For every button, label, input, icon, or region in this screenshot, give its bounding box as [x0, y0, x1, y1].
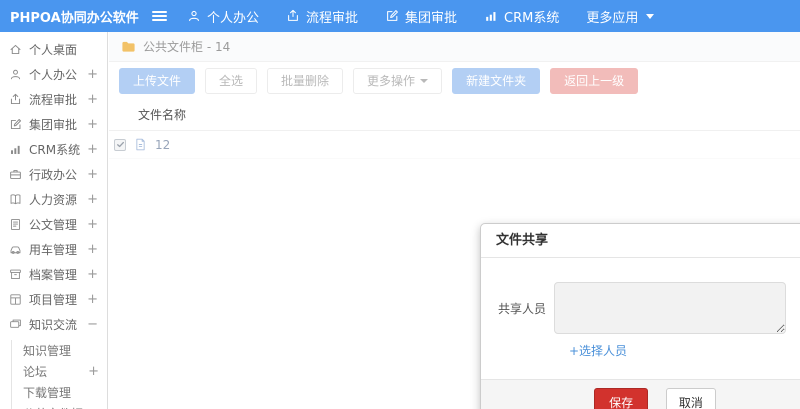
file-name-column-header: 文件名称: [109, 98, 800, 131]
expand-indicator[interactable]: +: [87, 242, 98, 257]
sidebar-item-human-resources[interactable]: 人力资源 +: [0, 187, 107, 212]
sidebar-item-admin-office[interactable]: 行政办公 +: [0, 162, 107, 187]
share-people-label: 共享人员: [497, 301, 546, 316]
nav-personal-office[interactable]: 个人办公: [187, 7, 259, 26]
more-actions-button[interactable]: 更多操作: [353, 68, 443, 94]
select-all-button[interactable]: 全选: [205, 68, 258, 94]
workflow-icon: [286, 9, 300, 23]
book-icon: [9, 193, 22, 206]
sidebar-item-crm-system[interactable]: CRM系统 +: [0, 137, 107, 162]
workflow-icon: [9, 93, 22, 106]
new-folder-button[interactable]: 新建文件夹: [452, 68, 541, 94]
expand-indicator[interactable]: +: [87, 92, 98, 107]
expand-indicator[interactable]: +: [87, 167, 98, 182]
collapse-indicator[interactable]: −: [87, 317, 98, 332]
nav-label: 流程审批: [306, 10, 359, 26]
file-name[interactable]: 12: [155, 138, 170, 152]
top-header-bar: PHPOA协同办公软件 个人办公 流程审批 集团审批 CRM系统 更多应用: [0, 0, 800, 32]
user-icon: [9, 68, 22, 81]
breadcrumb-text: 公共文件柜 - 14: [143, 40, 231, 54]
project-icon: [9, 293, 22, 306]
edit-icon: [9, 118, 22, 131]
archive-icon: [9, 268, 22, 281]
submenu-item-forum[interactable]: 论坛 +: [12, 361, 107, 382]
submenu-item-download-management[interactable]: 下载管理: [12, 382, 107, 403]
sidebar-item-workflow-approval[interactable]: 流程审批 +: [0, 87, 107, 112]
sidebar-item-personal-desktop[interactable]: 个人桌面: [0, 37, 107, 62]
sidebar-item-archive-management[interactable]: 档案管理 +: [0, 262, 107, 287]
sidebar-item-group-approval[interactable]: 集团审批 +: [0, 112, 107, 137]
sidebar-item-personal-office[interactable]: 个人办公 +: [0, 62, 107, 87]
check-icon: [116, 140, 125, 149]
sidebar-item-document-management[interactable]: 公文管理 +: [0, 212, 107, 237]
expand-indicator[interactable]: +: [87, 217, 98, 232]
batch-delete-button[interactable]: 批量删除: [267, 68, 344, 94]
nav-label: 个人办公: [207, 10, 260, 26]
menu-toggle-icon[interactable]: [152, 11, 167, 21]
expand-indicator[interactable]: +: [88, 364, 99, 379]
chart-icon: [9, 143, 22, 156]
breadcrumb: 公共文件柜 - 14: [109, 32, 800, 62]
expand-indicator[interactable]: +: [87, 192, 98, 207]
sidebar-item-project-management[interactable]: 项目管理 +: [0, 287, 107, 312]
app-screen: PHPOA协同办公软件 个人办公 流程审批 集团审批 CRM系统 更多应用 个人…: [0, 0, 800, 409]
file-row[interactable]: 12: [109, 131, 800, 159]
sidebar: 个人桌面 个人办公 + 流程审批 + 集团审批 + CRM系统 + 行政办公 +: [0, 32, 108, 409]
knowledge-submenu: 知识管理 论坛 + 下载管理 公共文件柜: [11, 340, 107, 409]
sidebar-item-vehicle-management[interactable]: 用车管理 +: [0, 237, 107, 262]
nav-crm-system[interactable]: CRM系统: [484, 7, 559, 26]
cancel-button[interactable]: 取消: [665, 388, 716, 409]
upload-file-button[interactable]: 上传文件: [119, 68, 196, 94]
modal-title: 文件共享: [496, 233, 549, 248]
sidebar-item-knowledge-exchange[interactable]: 知识交流 −: [0, 312, 107, 337]
select-people-link[interactable]: +选择人员: [569, 342, 627, 359]
caret-down-icon: [646, 13, 655, 19]
chat-icon: [9, 318, 22, 331]
row-checkbox-checked[interactable]: [114, 138, 126, 151]
user-icon: [187, 9, 201, 23]
go-back-button[interactable]: 返回上一级: [550, 68, 639, 94]
expand-indicator[interactable]: +: [87, 67, 98, 82]
modal-body: 共享人员 +选择人员: [481, 258, 800, 371]
submenu-item-knowledge-management[interactable]: 知识管理: [12, 340, 107, 361]
document-icon: [9, 218, 22, 231]
share-people-textarea[interactable]: [554, 282, 786, 334]
nav-label: 集团审批: [405, 10, 458, 26]
expand-indicator[interactable]: +: [87, 142, 98, 157]
car-icon: [9, 243, 22, 256]
nav-label: 更多应用: [586, 10, 639, 26]
app-logo: PHPOA协同办公软件: [10, 10, 139, 26]
nav-workflow-approval[interactable]: 流程审批: [286, 7, 358, 26]
file-toolbar: 上传文件 全选 批量删除 更多操作 新建文件夹 返回上一级: [109, 62, 800, 98]
caret-down-icon: [420, 79, 429, 83]
briefcase-icon: [9, 168, 22, 181]
edit-icon: [385, 9, 399, 23]
nav-group-approval[interactable]: 集团审批: [385, 7, 457, 26]
modal-footer: 保存 取消: [481, 379, 800, 409]
file-icon: [134, 138, 147, 151]
chart-icon: [484, 9, 498, 23]
file-share-modal: 文件共享 共享人员 +选择人员 保存 取消: [480, 223, 800, 409]
folder-icon: [121, 39, 136, 54]
home-icon: [9, 43, 22, 56]
modal-header: 文件共享: [481, 224, 800, 258]
nav-label: CRM系统: [504, 10, 560, 26]
expand-indicator[interactable]: +: [87, 117, 98, 132]
expand-indicator[interactable]: +: [87, 267, 98, 282]
save-button[interactable]: 保存: [594, 388, 649, 409]
submenu-item-public-file-cabinet[interactable]: 公共文件柜: [12, 403, 107, 409]
nav-more-apps[interactable]: 更多应用: [586, 7, 655, 26]
expand-indicator[interactable]: +: [87, 292, 98, 307]
